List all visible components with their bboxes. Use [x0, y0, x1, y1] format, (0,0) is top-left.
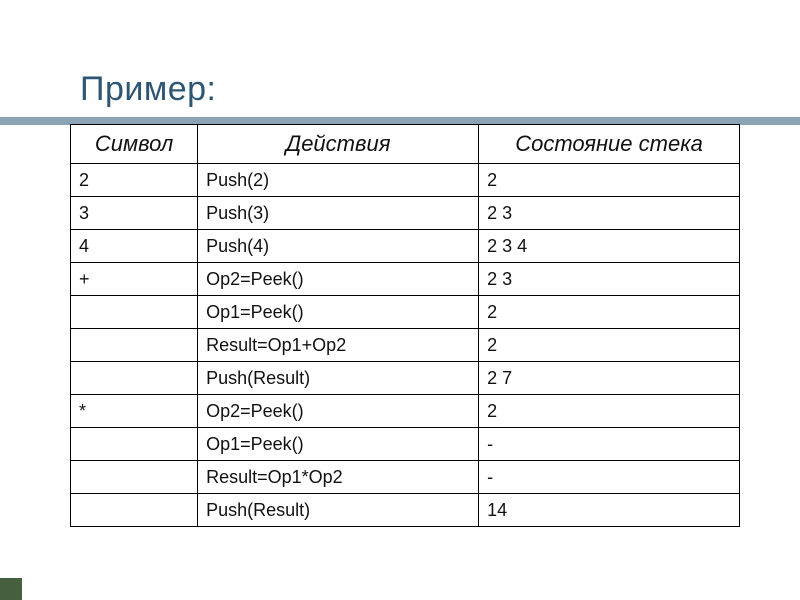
cell-action: Push(Result) [198, 362, 479, 395]
cell-symbol: 3 [71, 197, 198, 230]
cell-stack: 2 3 [479, 197, 740, 230]
cell-symbol [71, 428, 198, 461]
table-row: 2 Push(2) 2 [71, 164, 740, 197]
table-container: Символ Действия Состояние стека 2 Push(2… [0, 124, 800, 527]
cell-action: Push(Result) [198, 494, 479, 527]
table-header-row: Символ Действия Состояние стека [71, 125, 740, 164]
cell-action: Result=Op1*Op2 [198, 461, 479, 494]
table-row: 4 Push(4) 2 3 4 [71, 230, 740, 263]
cell-symbol [71, 329, 198, 362]
cell-stack: 2 3 [479, 263, 740, 296]
cell-action: Op1=Peek() [198, 428, 479, 461]
col-header-symbol: Символ [71, 125, 198, 164]
cell-stack: 2 [479, 296, 740, 329]
cell-symbol: 4 [71, 230, 198, 263]
table-row: Op1=Peek() 2 [71, 296, 740, 329]
table-row: Push(Result) 14 [71, 494, 740, 527]
cell-stack: 2 7 [479, 362, 740, 395]
cell-symbol [71, 362, 198, 395]
cell-action: Push(4) [198, 230, 479, 263]
table-row: Push(Result) 2 7 [71, 362, 740, 395]
cell-action: Op1=Peek() [198, 296, 479, 329]
cell-action: Op2=Peek() [198, 395, 479, 428]
cell-stack: 2 [479, 164, 740, 197]
table-row: Op1=Peek() - [71, 428, 740, 461]
col-header-stack: Состояние стека [479, 125, 740, 164]
cell-symbol [71, 461, 198, 494]
cell-stack: 14 [479, 494, 740, 527]
table-row: * Op2=Peek() 2 [71, 395, 740, 428]
cell-stack: - [479, 428, 740, 461]
table-row: 3 Push(3) 2 3 [71, 197, 740, 230]
cell-symbol [71, 494, 198, 527]
slide: Пример: Символ Действия Состояние стека … [0, 0, 800, 600]
corner-accent [0, 578, 22, 600]
cell-action: Push(3) [198, 197, 479, 230]
cell-symbol [71, 296, 198, 329]
cell-stack: 2 3 4 [479, 230, 740, 263]
cell-action: Result=Op1+Op2 [198, 329, 479, 362]
cell-stack: 2 [479, 329, 740, 362]
table-row: Result=Op1*Op2 - [71, 461, 740, 494]
cell-action: Push(2) [198, 164, 479, 197]
page-title: Пример: [0, 40, 800, 117]
cell-stack: - [479, 461, 740, 494]
cell-action: Op2=Peek() [198, 263, 479, 296]
table-row: + Op2=Peek() 2 3 [71, 263, 740, 296]
cell-stack: 2 [479, 395, 740, 428]
example-table: Символ Действия Состояние стека 2 Push(2… [70, 124, 740, 527]
cell-symbol: + [71, 263, 198, 296]
col-header-action: Действия [198, 125, 479, 164]
table-row: Result=Op1+Op2 2 [71, 329, 740, 362]
cell-symbol: 2 [71, 164, 198, 197]
cell-symbol: * [71, 395, 198, 428]
